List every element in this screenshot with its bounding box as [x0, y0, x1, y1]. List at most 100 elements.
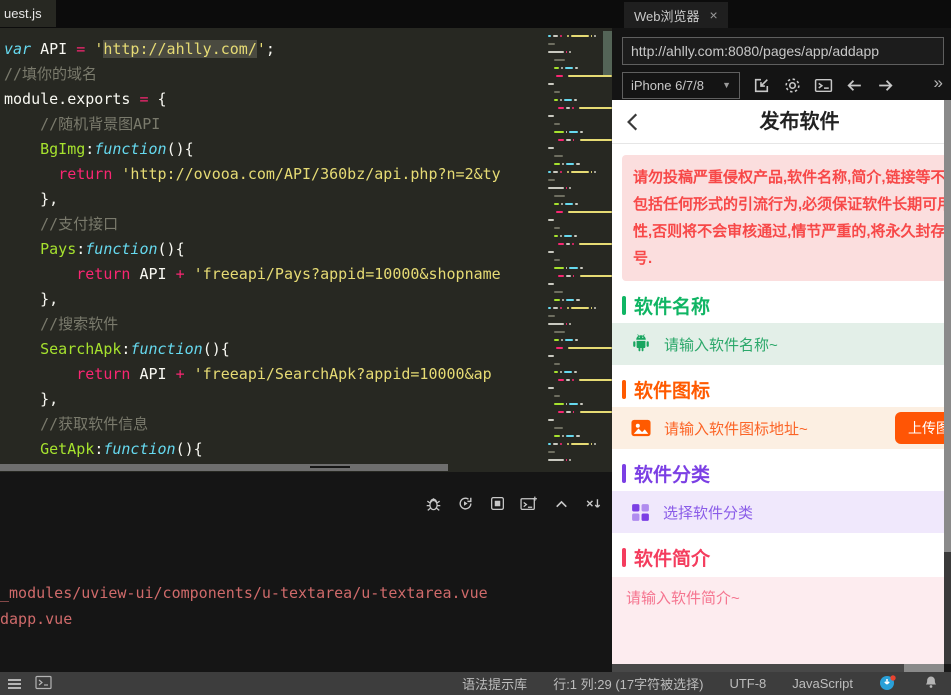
minimap-line	[545, 256, 612, 264]
editor-body: var API = 'http://ahlly.com/'; //填你的域名 mod…	[0, 28, 612, 472]
editor-hscrollbar-thumb[interactable]	[0, 464, 448, 471]
hbuilderx-window: uest.js Web浏览器 × var API = 'http://ahlly…	[0, 0, 951, 695]
section-category-input[interactable]: 选择软件分类	[612, 491, 951, 533]
minimap[interactable]	[545, 32, 612, 470]
minimap-line	[545, 304, 612, 312]
minimap-line	[545, 32, 612, 40]
warning-notice: 请勿投稿严重侵权产品,软件名称,简介,链接等不得包括任何形式的引流行为,必须保证…	[622, 155, 951, 281]
input-placeholder: 请输入软件名称~	[664, 336, 778, 354]
restart-icon[interactable]	[456, 494, 474, 512]
back-icon[interactable]	[844, 75, 864, 95]
terminal-icon[interactable]	[35, 675, 52, 693]
section-intro-textarea[interactable]: 请输入软件简介~	[612, 577, 951, 664]
minimap-line	[545, 296, 612, 304]
minimap-line	[545, 432, 612, 440]
minimap-line	[545, 64, 612, 72]
minimap-line	[545, 40, 612, 48]
editor-hscrollbar[interactable]	[0, 464, 545, 471]
code-line: Pays:function(){	[40, 240, 185, 258]
browser-toolbar: iPhone 6/7/8 ▼ »	[622, 70, 951, 100]
stop-icon[interactable]	[488, 494, 506, 512]
collapse-up-icon[interactable]	[552, 494, 570, 512]
device-selector-label: iPhone 6/7/8	[631, 77, 705, 93]
minimap-line	[545, 360, 612, 368]
console-output: _modules/uview-ui/components/u-textarea/…	[0, 580, 488, 632]
minimap-line	[545, 368, 612, 376]
code-line: //支付接口	[40, 215, 119, 233]
minimap-line	[545, 144, 612, 152]
code-line: return 'http://ovooa.com/API/360bz/api.p…	[58, 165, 501, 183]
chevron-down-icon: ▼	[722, 80, 731, 90]
section-category-header: 软件分类	[612, 459, 951, 487]
settings-icon[interactable]	[782, 75, 802, 95]
minimap-line	[545, 128, 612, 136]
tab-strip: uest.js Web浏览器 ×	[0, 0, 951, 28]
code-line: var API = 'http://ahlly.com/';	[4, 40, 275, 58]
minimap-line	[545, 72, 612, 80]
language-status[interactable]: JavaScript	[792, 676, 853, 691]
more-tools-icon[interactable]: »	[934, 73, 943, 93]
minimap-line	[545, 104, 612, 112]
minimap-line	[545, 216, 612, 224]
minimap-line	[545, 232, 612, 240]
minimap-line	[545, 384, 612, 392]
minimap-line	[545, 408, 612, 416]
code-line: SearchApk:function(){	[40, 340, 230, 358]
code-line: },	[4, 390, 59, 408]
minimap-line	[545, 56, 612, 64]
menu-icon[interactable]	[8, 677, 21, 691]
scrollbar-corner	[944, 664, 951, 672]
section-name-input[interactable]: 请输入软件名称~	[612, 323, 951, 365]
section-title: 软件图标	[634, 380, 711, 402]
preview-hscrollbar-thumb[interactable]	[612, 664, 905, 672]
minimap-line	[545, 240, 612, 248]
clear-icon[interactable]	[584, 494, 602, 512]
minimap-line	[545, 152, 612, 160]
minimap-line	[545, 392, 612, 400]
input-placeholder: 选择软件分类	[663, 504, 754, 522]
section-icon-input[interactable]: 请输入软件图标地址~ 上传图片	[612, 407, 951, 449]
section-accent-bar	[622, 295, 626, 315]
debug-icon[interactable]	[424, 494, 442, 512]
open-external-icon[interactable]	[751, 75, 771, 95]
upload-image-button[interactable]: 上传图片	[895, 412, 951, 444]
code-line: //随机背景图API	[40, 115, 161, 133]
preview-hscrollbar[interactable]	[612, 664, 944, 672]
editor-tab-request-js[interactable]: uest.js	[0, 0, 56, 27]
minimap-line	[545, 208, 612, 216]
cursor-position-status[interactable]: 行:1 列:29 (17字符被选择)	[553, 674, 703, 693]
browser-tab[interactable]: Web浏览器 ×	[624, 2, 728, 28]
url-input[interactable]	[622, 37, 944, 65]
minimap-line	[545, 312, 612, 320]
minimap-line	[545, 176, 612, 184]
bell-icon[interactable]	[923, 674, 939, 694]
textarea-placeholder: 请输入软件简介~	[626, 590, 740, 607]
code-editor[interactable]: var API = 'http://ahlly.com/'; //填你的域名 mod…	[0, 28, 545, 472]
console-output-line[interactable]: _modules/uview-ui/components/u-textarea/…	[0, 580, 488, 606]
encoding-status[interactable]: UTF-8	[729, 676, 766, 691]
close-icon[interactable]: ×	[710, 7, 718, 23]
minimap-line	[545, 48, 612, 56]
minimap-line	[545, 400, 612, 408]
console-panel: _modules/uview-ui/components/u-textarea/…	[0, 472, 612, 672]
preview-vscrollbar[interactable]	[944, 100, 951, 664]
section-title: 软件分类	[634, 464, 711, 486]
syntax-lib-status[interactable]: 语法提示库	[462, 674, 527, 693]
preview-vscrollbar-thumb[interactable]	[944, 552, 951, 664]
device-selector[interactable]: iPhone 6/7/8 ▼	[622, 71, 740, 99]
android-icon	[630, 333, 652, 355]
console-output-line[interactable]: dapp.vue	[0, 606, 488, 632]
input-placeholder: 请输入软件图标地址~	[664, 420, 808, 438]
minimap-line	[545, 288, 612, 296]
minimap-scroll-thumb[interactable]	[603, 31, 612, 75]
new-terminal-icon[interactable]	[520, 494, 538, 512]
code-line: return API + 'freeapi/Pays?appid=10000&s…	[76, 265, 501, 283]
minimap-line	[545, 344, 612, 352]
forward-icon[interactable]	[875, 75, 895, 95]
minimap-line	[545, 80, 612, 88]
update-notification-icon[interactable]	[879, 674, 897, 694]
minimap-line	[545, 352, 612, 360]
console-icon[interactable]	[813, 75, 833, 95]
section-title: 软件简介	[634, 548, 711, 570]
code-line: BgImg:function(){	[40, 140, 194, 158]
